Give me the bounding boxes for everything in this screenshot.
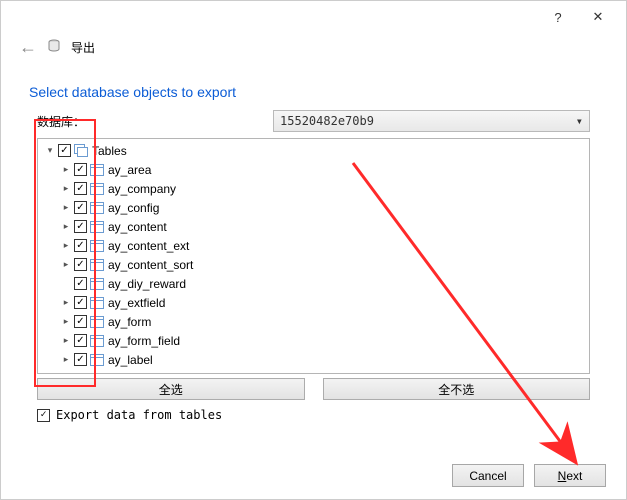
table-icon [90, 354, 104, 366]
tree-item[interactable]: ▸✓ ay_content_ext [38, 236, 589, 255]
table-icon [90, 297, 104, 309]
expander-icon[interactable]: ▾ [44, 145, 56, 157]
expander-icon[interactable]: ▸ [60, 335, 72, 347]
tree-item[interactable]: ▸✓ ay_label [38, 350, 589, 369]
tree-item-label: ay_label [108, 353, 153, 367]
tree-item-label: ay_content [108, 220, 167, 234]
tree-item[interactable]: ▸✓ ay_extfield [38, 293, 589, 312]
tree-item[interactable]: ▸✓ ay_config [38, 198, 589, 217]
tree-root-label: Tables [92, 144, 127, 158]
tree-item[interactable]: ▸✓ ay_content_sort [38, 255, 589, 274]
select-none-button[interactable]: 全不选 [323, 378, 591, 400]
checkbox[interactable]: ✓ [74, 163, 87, 176]
checkbox[interactable]: ✓ [74, 315, 87, 328]
wizard-header: ← 导出 [1, 33, 626, 66]
table-icon [90, 221, 104, 233]
selection-buttons: 全选 全不选 [37, 374, 590, 400]
expander-icon[interactable]: ▸ [60, 316, 72, 328]
checkbox[interactable]: ✓ [74, 220, 87, 233]
expander-icon[interactable]: ▸ [60, 221, 72, 233]
back-arrow-icon[interactable]: ← [19, 37, 37, 58]
tree-item-label: ay_area [108, 163, 151, 177]
table-icon [90, 240, 104, 252]
expander-icon [60, 278, 72, 290]
table-icon [90, 278, 104, 290]
tree-root-tables[interactable]: ▾ ✓ Tables [38, 141, 589, 160]
tree-item[interactable]: ▸✓ ay_content [38, 217, 589, 236]
help-button[interactable]: ? [538, 3, 578, 31]
expander-icon[interactable]: ▸ [60, 354, 72, 366]
tree-item[interactable]: ▸✓ ay_form_field [38, 331, 589, 350]
table-icon [90, 164, 104, 176]
tree-item-label: ay_content_ext [108, 239, 189, 253]
database-selected-value: 15520482e70b9 [280, 114, 374, 128]
tree-item-label: ay_config [108, 201, 159, 215]
tree-item-label: ay_company [108, 182, 176, 196]
tables-group-icon [74, 144, 88, 158]
tree-item[interactable]: ▸✓ ay_form [38, 312, 589, 331]
checkbox[interactable]: ✓ [74, 201, 87, 214]
tree-item-label: ay_diy_reward [108, 277, 186, 291]
close-button[interactable]: ✕ [578, 3, 618, 31]
checkbox[interactable]: ✓ [74, 258, 87, 271]
expander-icon[interactable]: ▸ [60, 259, 72, 271]
wizard-title: 导出 [71, 39, 95, 56]
table-icon [90, 316, 104, 328]
expander-icon[interactable]: ▸ [60, 202, 72, 214]
page-instruction: Select database objects to export [1, 66, 626, 110]
checkbox[interactable]: ✓ [74, 334, 87, 347]
next-button[interactable]: Next [534, 464, 606, 487]
checkbox[interactable]: ✓ [74, 239, 87, 252]
chevron-down-icon: ▾ [576, 114, 583, 128]
tree-item-label: ay_content_sort [108, 258, 193, 272]
database-label: 数据库： [37, 113, 85, 130]
database-row: 数据库： 15520482e70b9 ▾ [1, 110, 626, 138]
expander-icon[interactable]: ▸ [60, 164, 72, 176]
table-icon [90, 202, 104, 214]
select-all-button[interactable]: 全选 [37, 378, 305, 400]
table-icon [90, 335, 104, 347]
expander-icon[interactable]: ▸ [60, 297, 72, 309]
table-icon [90, 259, 104, 271]
title-bar: ? ✕ [1, 1, 626, 33]
tree-item[interactable]: ▸✓ ay_area [38, 160, 589, 179]
next-rest: ext [566, 469, 582, 483]
checkbox[interactable]: ✓ [74, 296, 87, 309]
checkbox[interactable]: ✓ [74, 353, 87, 366]
checkbox[interactable]: ✓ [58, 144, 71, 157]
export-data-label: Export data from tables [56, 408, 222, 422]
checkbox[interactable]: ✓ [74, 182, 87, 195]
tree-item-label: ay_form_field [108, 334, 180, 348]
object-tree[interactable]: ▾ ✓ Tables ▸✓ay_area▸✓ay_company▸✓ay_con… [37, 138, 590, 374]
tree-item-label: ay_extfield [108, 296, 165, 310]
tree-item[interactable]: ▸✓ ay_company [38, 179, 589, 198]
wizard-footer: Cancel Next [452, 464, 606, 487]
tree-item[interactable]: ✓ ay_diy_reward [38, 274, 589, 293]
expander-icon[interactable]: ▸ [60, 240, 72, 252]
export-data-checkbox[interactable]: ✓ [37, 409, 50, 422]
cancel-button[interactable]: Cancel [452, 464, 524, 487]
database-icon [47, 39, 61, 56]
database-dropdown[interactable]: 15520482e70b9 ▾ [273, 110, 590, 132]
table-icon [90, 183, 104, 195]
checkbox[interactable]: ✓ [74, 277, 87, 290]
tree-item-label: ay_form [108, 315, 151, 329]
expander-icon[interactable]: ▸ [60, 183, 72, 195]
export-data-row: ✓ Export data from tables [1, 400, 626, 422]
